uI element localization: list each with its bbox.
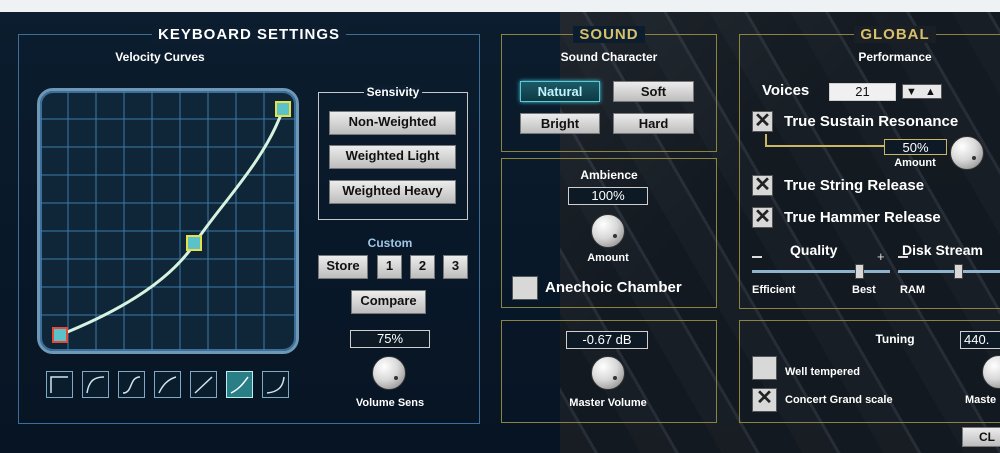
- velocity-curves-title: Velocity Curves: [115, 50, 205, 64]
- sustain-amount-knob[interactable]: [950, 136, 984, 170]
- sustain-amount-label: Amount: [894, 157, 936, 169]
- tuning-value: 440.: [960, 331, 1000, 349]
- curve-graph[interactable]: [40, 91, 296, 351]
- curve-preset-exp-icon[interactable]: [262, 371, 289, 398]
- minus-icon: [898, 256, 908, 258]
- master-volume-label: Master Volume: [569, 397, 647, 409]
- hard-button[interactable]: Hard: [613, 113, 694, 134]
- curve-preset-log-icon[interactable]: [82, 371, 109, 398]
- custom-title: Custom: [367, 236, 413, 250]
- arrow-down-icon[interactable]: ▼: [906, 85, 917, 100]
- curve-point-start[interactable]: [52, 327, 68, 343]
- master-tune-label: Maste: [965, 394, 997, 406]
- quality-slider-thumb[interactable]: [855, 264, 865, 279]
- sustain-resonance-label: True Sustain Resonance: [784, 113, 959, 130]
- ambience-knob[interactable]: [591, 214, 625, 248]
- sustain-connector: [765, 145, 885, 147]
- ambience-value: 100%: [568, 187, 648, 205]
- compare-button[interactable]: Compare: [351, 290, 426, 314]
- anechoic-label: Anechoic Chamber: [545, 279, 682, 296]
- sound-title: SOUND: [502, 26, 716, 43]
- velocity-curve-editor[interactable]: [37, 88, 299, 354]
- custom-preset-2-button[interactable]: 2: [410, 255, 435, 279]
- global-title: GLOBAL: [854, 26, 936, 43]
- weighted-light-button[interactable]: Weighted Light: [329, 145, 456, 169]
- well-tempered-checkbox[interactable]: [752, 356, 777, 380]
- custom-preset-1-button[interactable]: 1: [377, 255, 402, 279]
- string-release-checkbox[interactable]: ✕: [752, 175, 773, 196]
- disk-slider-track[interactable]: [898, 270, 1000, 273]
- ambience-title: Ambience: [580, 168, 638, 182]
- soft-button[interactable]: Soft: [613, 81, 694, 102]
- performance-title: Performance: [858, 50, 932, 64]
- volume-sens-value: 75%: [350, 330, 430, 348]
- curve-preset-custom-icon[interactable]: [226, 371, 253, 398]
- disk-slider-thumb[interactable]: [954, 264, 963, 279]
- quality-min-label: Efficient: [752, 284, 796, 296]
- curve-preset-scurve-icon[interactable]: [118, 371, 145, 398]
- master-volume-knob[interactable]: [591, 356, 625, 390]
- keyboard-settings-title: KEYBOARD SETTINGS: [19, 26, 479, 43]
- anechoic-checkbox[interactable]: [512, 276, 538, 300]
- sound-character-title: Sound Character: [560, 50, 658, 64]
- plugin-window: KEYBOARD SETTINGS Velocity Curves Sensiv…: [0, 0, 1000, 453]
- store-button[interactable]: Store: [318, 255, 368, 279]
- velocity-curve-line: [59, 108, 285, 337]
- hammer-release-label: True Hammer Release: [784, 209, 941, 226]
- tuning-title: Tuning: [875, 332, 915, 346]
- disk-stream-label: Disk Stream: [902, 242, 983, 258]
- string-release-label: True String Release: [784, 177, 925, 194]
- top-strip: [0, 0, 1000, 12]
- concert-grand-label: Concert Grand scale: [785, 394, 893, 406]
- plus-icon: +: [877, 249, 885, 264]
- volume-sens-knob[interactable]: [372, 356, 406, 390]
- custom-preset-3-button[interactable]: 3: [443, 255, 468, 279]
- voices-value[interactable]: 21: [829, 83, 896, 101]
- weighted-heavy-button[interactable]: Weighted Heavy: [329, 180, 456, 204]
- master-volume-value: -0.67 dB: [566, 331, 648, 349]
- non-weighted-button[interactable]: Non-Weighted: [329, 111, 456, 135]
- voices-stepper[interactable]: ▼ ▲: [902, 84, 942, 99]
- concert-grand-checkbox[interactable]: ✕: [752, 388, 777, 412]
- disk-min-label: RAM: [900, 284, 926, 296]
- clear-button[interactable]: CL: [962, 427, 1000, 447]
- curve-preset-soft-icon[interactable]: [154, 371, 181, 398]
- quality-max-label: Best: [852, 284, 876, 296]
- sensitivity-title: Sensivity: [363, 85, 423, 99]
- volume-sens-label: Volume Sens: [355, 397, 425, 409]
- arrow-up-icon[interactable]: ▲: [925, 85, 936, 100]
- well-tempered-label: Well tempered: [785, 366, 860, 378]
- sustain-amount-value: 50%: [884, 139, 947, 155]
- curve-preset-flat-icon[interactable]: [46, 371, 73, 398]
- natural-button[interactable]: Natural: [520, 81, 600, 102]
- curve-preset-linear-icon[interactable]: [190, 371, 217, 398]
- voices-label: Voices: [762, 82, 810, 99]
- quality-slider-track[interactable]: [752, 270, 890, 273]
- hammer-release-checkbox[interactable]: ✕: [752, 207, 773, 228]
- bright-button[interactable]: Bright: [520, 113, 600, 134]
- quality-label: Quality: [790, 242, 838, 258]
- sustain-resonance-checkbox[interactable]: ✕: [752, 111, 773, 132]
- minus-icon: [752, 256, 762, 258]
- curve-point-end[interactable]: [275, 101, 291, 117]
- curve-point-mid[interactable]: [186, 235, 202, 251]
- ambience-amount-label: Amount: [587, 252, 629, 264]
